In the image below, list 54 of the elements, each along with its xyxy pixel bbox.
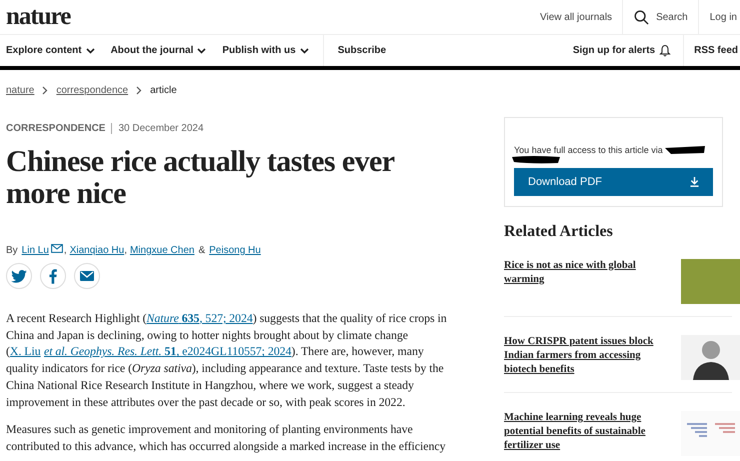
- publish-date: 30 December 2024: [118, 123, 204, 134]
- bell-icon: [659, 44, 672, 57]
- related-article-link[interactable]: Rice is not as nice with global warming: [504, 259, 654, 287]
- download-icon: [690, 177, 699, 187]
- author-link[interactable]: Lin Lu: [22, 244, 64, 257]
- nav-link[interactable]: About the journal: [102, 35, 214, 66]
- access-text: You have full access to this article via: [514, 145, 663, 155]
- byline-label: By: [6, 245, 18, 256]
- envelope-icon: [80, 271, 94, 281]
- caret-icon: [86, 47, 95, 54]
- author-link[interactable]: Xianqiao Hu: [70, 245, 124, 256]
- caret-icon: [300, 47, 309, 54]
- caret-icon: [197, 47, 206, 54]
- mail-icon[interactable]: [50, 244, 63, 253]
- header-link[interactable]: View all journals: [528, 0, 622, 34]
- citation-link[interactable]: Nature 635, 527; 2024: [146, 311, 253, 325]
- search-link[interactable]: Search: [622, 0, 698, 34]
- separator-text: &: [198, 245, 206, 256]
- citation-link[interactable]: et al. Geophys. Res. Lett. 51, e2024GL110557; 2024: [44, 344, 292, 358]
- portrait-placeholder: [681, 335, 740, 380]
- citation-link[interactable]: X. Liu: [10, 344, 41, 358]
- breadcrumb-link[interactable]: nature: [6, 84, 34, 96]
- article-paragraph: Measures such as genetic improvement and monitoring of planting environments have contributed to this advance, which has occurred alongside a marked increase in the efficiency: [6, 421, 447, 455]
- share-button[interactable]: [40, 263, 66, 289]
- related-articles-heading: Related Articles: [504, 223, 614, 241]
- article-type: CORRESPONDENCE: [6, 123, 112, 134]
- chevron-icon: [136, 86, 142, 94]
- separator-text: ,: [64, 245, 67, 256]
- download-pdf-button[interactable]: Download PDF: [514, 168, 713, 196]
- chart-thumbnail: [681, 411, 740, 456]
- nav-link[interactable]: Publish with us: [214, 35, 317, 66]
- chevron-icon: [42, 86, 48, 94]
- related-article-link[interactable]: How CRISPR patent issues block Indian farmers from accessing biotech benefits: [504, 335, 654, 377]
- share-button[interactable]: [6, 263, 32, 289]
- header-link[interactable]: Log in: [698, 0, 740, 34]
- photo-placeholder: [681, 259, 740, 304]
- separator-text: ,: [124, 245, 127, 256]
- breadcrumb-current: article: [150, 84, 177, 96]
- article-paragraph: A recent Research Highlight (Nature 635, 527; 2024) suggests that the quality of rice crops in China and Japan is declining, owing to hotter nights brought about by climate change (X. Liu et al. Geophys. Res. Lett. 51, e2024GL110557; 2024). There are, however, many quality indicators for rice (Oryza sativa), including appearance and texture. Taste tests by the China National Rice Research Institute in Hangzhou, where we work, suggest a steady improvement in these attributes over the past decade or so, with peak scores in 2022.: [6, 310, 448, 410]
- breadcrumb-link[interactable]: correspondence: [56, 84, 128, 96]
- nav-link[interactable]: Sign up for alerts: [564, 35, 680, 66]
- share-button[interactable]: [74, 263, 100, 289]
- nature-logo[interactable]: nature: [0, 0, 70, 34]
- article-title: Chinese rice actually tastes ever more nice: [6, 146, 396, 210]
- search-icon: [634, 10, 650, 24]
- nav-link[interactable]: Explore content: [0, 35, 103, 66]
- bird-icon: [11, 270, 27, 282]
- facebook-icon: [49, 268, 57, 284]
- author-link[interactable]: Mingxue Chen: [130, 245, 194, 256]
- related-article-link[interactable]: Machine learning reveals huge potential benefits of sustainable fertilizer use: [504, 411, 654, 453]
- redaction-scribble: [512, 155, 560, 164]
- nav-link[interactable]: RSS feed: [683, 35, 740, 66]
- nav-link[interactable]: Subscribe: [322, 35, 394, 66]
- author-link[interactable]: Peisong Hu: [209, 245, 261, 256]
